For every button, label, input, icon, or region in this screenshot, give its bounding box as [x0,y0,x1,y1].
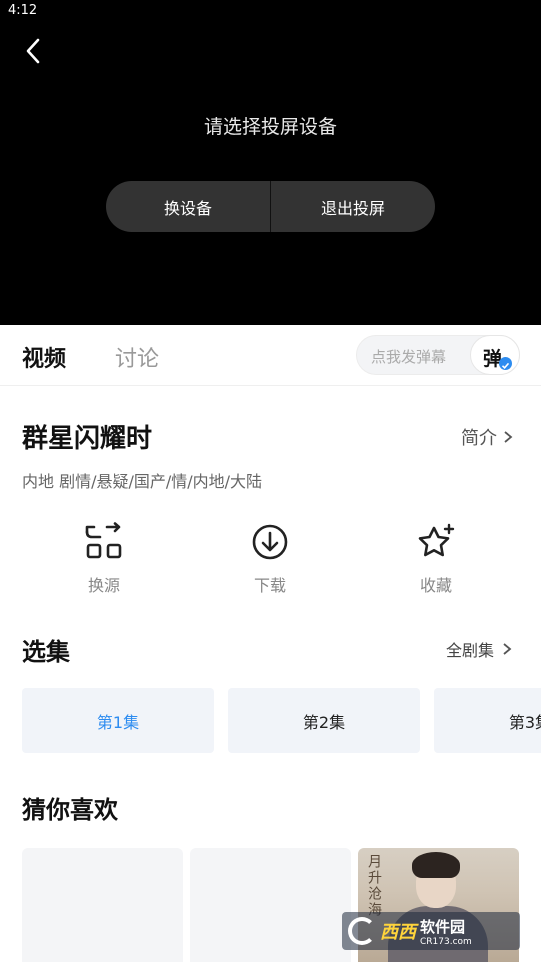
intro-link[interactable]: 简介 [461,424,515,450]
danmaku-toggle-button[interactable]: 弹 [470,335,520,375]
status-time: 4:12 [8,3,38,18]
tab-video[interactable]: 视频 [22,341,66,373]
recommend-heading: 猜你喜欢 [22,796,118,824]
chevron-right-icon [503,643,512,655]
site-watermark: 西西 软件园 CR173.com [342,912,520,950]
show-title: 群星闪耀时 [22,424,153,454]
favorite-label: 收藏 [419,576,452,595]
back-button[interactable] [20,34,50,68]
download-icon [252,524,288,560]
episodes-heading: 选集 [22,638,70,666]
watermark-logo-icon [348,917,376,945]
tab-bar: 视频 讨论 点我发弹幕 弹 [0,325,541,386]
switch-device-button[interactable]: 换设备 [106,181,270,232]
switch-source-button[interactable]: 换源 [64,522,144,596]
watermark-brand: 西西 [380,922,416,943]
episode-item[interactable]: 第1集 [22,688,214,753]
cast-title: 请选择投屏设备 [203,116,337,138]
back-arrow-icon [26,38,40,64]
recommend-card[interactable] [190,848,351,962]
chevron-right-icon [504,431,513,443]
all-episodes-label: 全剧集 [446,641,495,660]
episode-list[interactable]: 第1集 第2集 第3集 [22,688,541,753]
favorite-button[interactable]: 收藏 [396,522,476,596]
all-episodes-link[interactable]: 全剧集 [446,637,514,661]
cast-controls: 换设备 退出投屏 [106,181,435,232]
episode-item[interactable]: 第3集 [434,688,541,753]
danmaku-placeholder: 点我发弹幕 [371,348,447,366]
exit-cast-button[interactable]: 退出投屏 [271,181,435,232]
switch-source-icon [85,522,122,559]
video-player[interactable]: 4:12 请选择投屏设备 换设备 退出投屏 [0,0,541,325]
watermark-site-url: CR173.com [420,936,472,947]
download-button[interactable]: 下载 [230,522,310,596]
poster-hair [412,852,460,878]
check-icon [499,357,512,370]
star-icon [418,523,455,557]
switch-source-label: 换源 [87,576,120,595]
download-label: 下载 [253,576,286,595]
watermark-site: 软件园 CR173.com [420,916,472,947]
show-tags: 内地 剧情/悬疑/国产/情/内地/大陆 [22,472,263,491]
recommend-card[interactable] [22,848,183,962]
danmaku-input[interactable]: 点我发弹幕 弹 [356,335,520,375]
tab-discuss[interactable]: 讨论 [115,341,159,373]
watermark-site-name: 软件园 [420,917,466,936]
poster-title: 月升沧海 [366,854,382,918]
intro-label: 简介 [461,428,497,449]
episode-item[interactable]: 第2集 [228,688,420,753]
